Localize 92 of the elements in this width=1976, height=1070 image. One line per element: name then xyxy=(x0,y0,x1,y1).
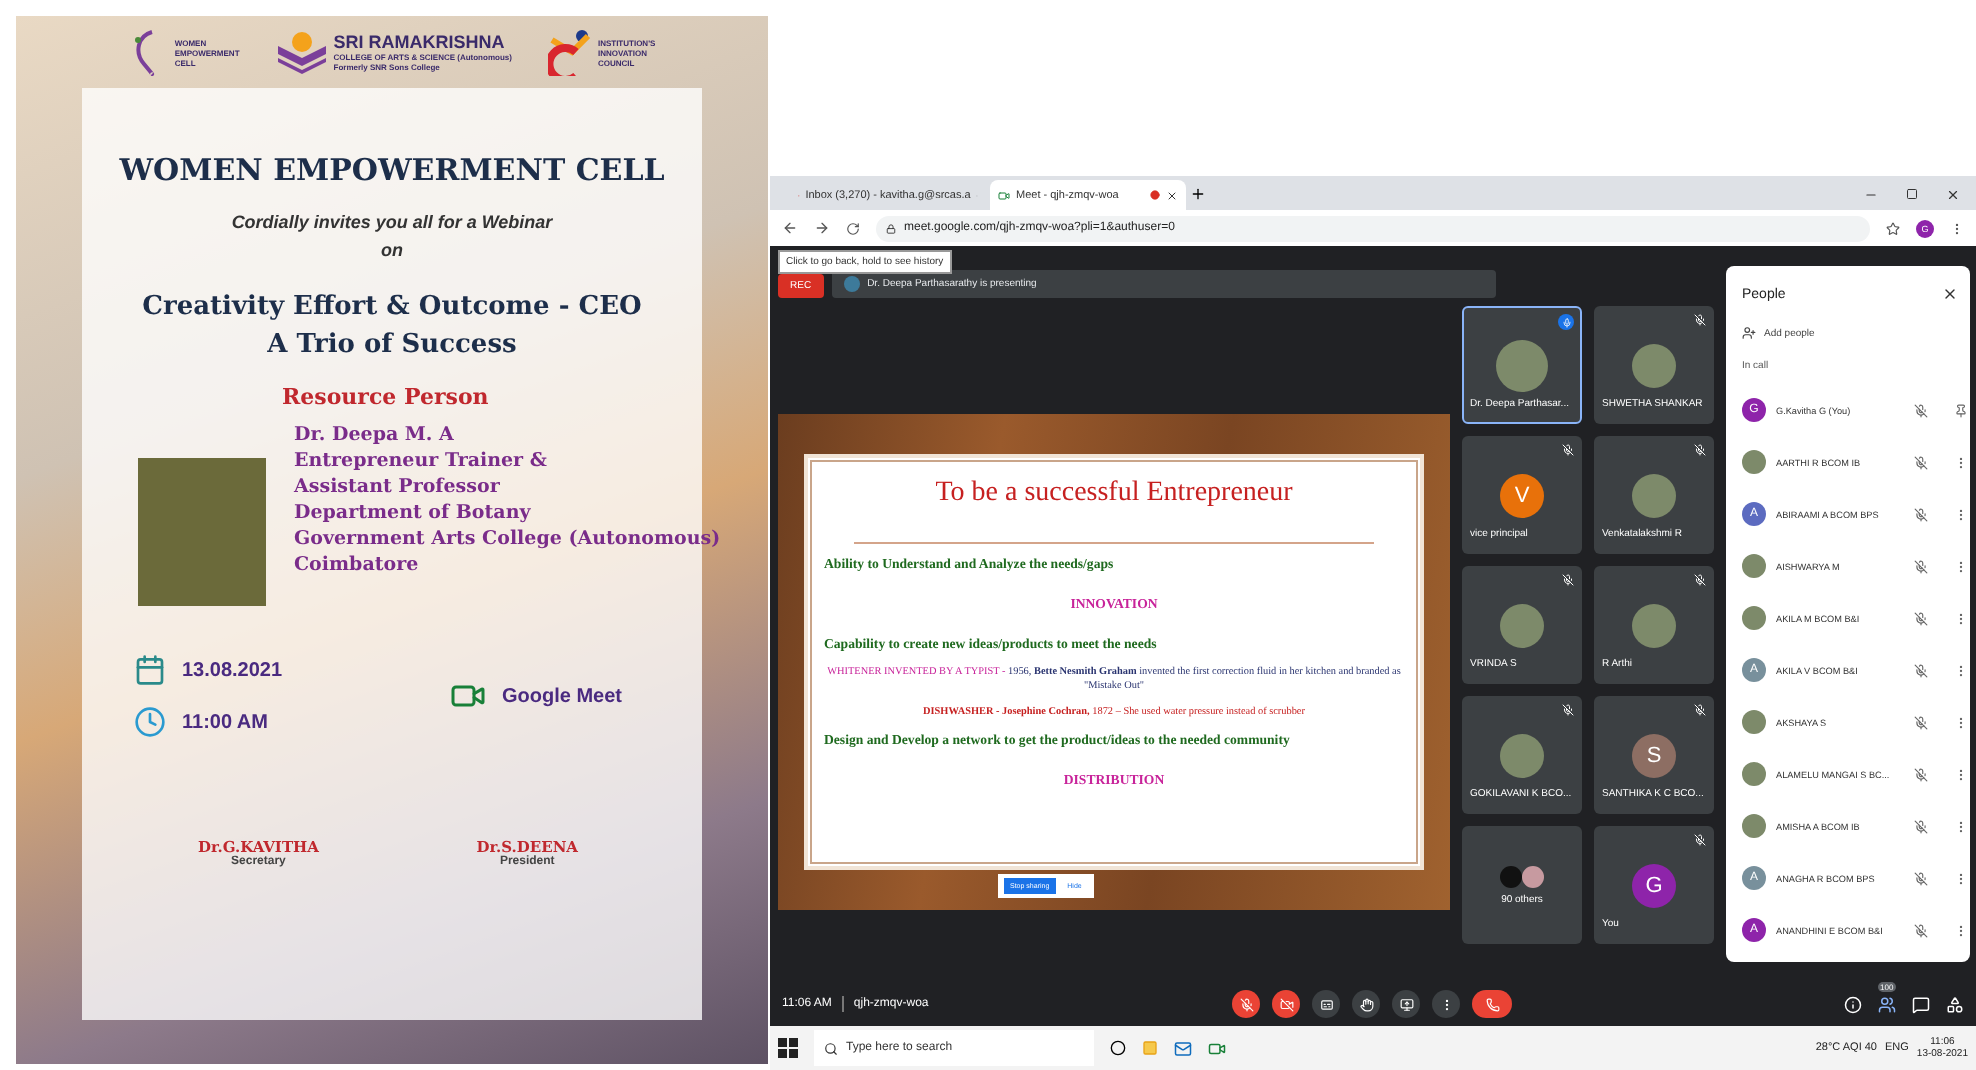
circle-icon[interactable] xyxy=(1110,1040,1126,1056)
menu-icon[interactable] xyxy=(1950,221,1964,235)
avatar-letter: V xyxy=(1500,473,1544,517)
add-person-icon xyxy=(1742,326,1756,340)
captions-icon xyxy=(1319,997,1333,1011)
activities-icon[interactable] xyxy=(1946,995,1964,1013)
maximize-icon[interactable] xyxy=(1906,188,1918,200)
avatar-photo-placeholder xyxy=(1632,473,1676,517)
camera-off-button[interactable] xyxy=(1272,990,1300,1018)
mic-off-icon xyxy=(1914,767,1928,781)
phone-icon xyxy=(1485,997,1499,1011)
avatar-letter: S xyxy=(1632,733,1676,777)
speaker-detail: Entrepreneur Trainer & xyxy=(294,448,549,474)
minimize-icon[interactable] xyxy=(1864,188,1878,202)
chevron-book-logo-icon xyxy=(275,30,328,74)
speaker-detail: Dr. Deepa M. A xyxy=(294,422,456,448)
mic-off-icon xyxy=(1914,923,1928,937)
mic-off-icon xyxy=(1914,611,1928,625)
mic-off-icon xyxy=(1914,559,1928,573)
screen-up-arrow-icon xyxy=(1399,997,1413,1011)
webinar-title: A Trio of Success xyxy=(265,328,519,364)
more-options-icon[interactable] xyxy=(1954,767,1968,781)
slide-title: To be a successful Entrepreneur xyxy=(935,478,1293,510)
more-options-icon[interactable] xyxy=(1954,559,1968,573)
mic-off-icon xyxy=(1914,819,1928,833)
more-options-icon[interactable] xyxy=(1954,819,1968,833)
avatar-letter: G xyxy=(1632,863,1676,907)
captions-button[interactable] xyxy=(1312,990,1340,1018)
calendar-icon xyxy=(134,654,166,686)
invite-text: on xyxy=(381,240,403,260)
hand-icon xyxy=(1359,997,1373,1011)
avatar-photo-placeholder xyxy=(1742,554,1766,578)
logo-text: SRI RAMAKRISHNA xyxy=(333,32,507,52)
microphone-off-button[interactable] xyxy=(1232,990,1260,1018)
lock-icon xyxy=(886,223,896,233)
speaking-icon xyxy=(1558,314,1574,330)
mic-off-icon xyxy=(1914,403,1928,417)
mic-off-icon xyxy=(1239,997,1253,1011)
back-icon[interactable] xyxy=(782,220,798,236)
speaker-detail: Department of Botany xyxy=(294,500,533,526)
info-icon[interactable] xyxy=(1844,995,1862,1013)
more-options-icon[interactable] xyxy=(1954,507,1968,521)
pin-icon[interactable] xyxy=(1954,403,1968,417)
more-options-icon[interactable] xyxy=(1954,611,1968,625)
avatar-photo-placeholder xyxy=(1632,343,1676,387)
invite-text: Cordially invites you all for a Webinar xyxy=(231,212,553,232)
avatar-photo-placeholder xyxy=(1500,603,1544,647)
mic-off-icon xyxy=(1914,715,1928,729)
mic-off-icon xyxy=(1914,507,1928,521)
mic-off-icon xyxy=(1914,455,1928,469)
avatar-photo-placeholder xyxy=(1522,865,1544,887)
more-options-icon[interactable] xyxy=(1954,663,1968,677)
resource-heading: Resource Person xyxy=(280,384,489,410)
avatar-photo-placeholder xyxy=(843,276,860,292)
mic-off-icon xyxy=(1914,663,1928,677)
avatar-photo-placeholder xyxy=(1496,339,1548,391)
more-options-icon[interactable] xyxy=(1954,923,1968,937)
figure-logo-icon xyxy=(547,28,592,76)
raise-hand-button[interactable] xyxy=(1352,990,1380,1018)
webinar-title: Creativity Effort & Outcome - CEO xyxy=(142,290,642,326)
end-call-button[interactable] xyxy=(1472,990,1512,1018)
avatar-photo-placeholder xyxy=(1500,865,1522,887)
avatar-photo-placeholder xyxy=(1742,710,1766,734)
reload-icon[interactable] xyxy=(846,221,860,235)
camera-off-icon xyxy=(1279,997,1293,1011)
avatar-photo-placeholder xyxy=(1742,606,1766,630)
more-options-icon[interactable] xyxy=(1954,715,1968,729)
mic-off-icon xyxy=(1914,871,1928,885)
star-icon[interactable] xyxy=(1886,221,1900,235)
video-camera-icon[interactable] xyxy=(1208,1039,1226,1057)
search-icon xyxy=(824,1041,838,1055)
more-options-icon[interactable] xyxy=(1954,455,1968,469)
forward-icon[interactable] xyxy=(814,220,830,236)
platform-name: Google Meet xyxy=(501,685,622,707)
avatar-photo-placeholder xyxy=(1742,450,1766,474)
avatar-photo-placeholder xyxy=(1742,814,1766,838)
poster-heading: WOMEN EMPOWERMENT CELL xyxy=(119,152,665,188)
new-tab-icon[interactable] xyxy=(1190,186,1206,202)
event-time: 11:00 AM xyxy=(182,711,268,733)
speaker-detail: Assistant Professor xyxy=(294,474,502,500)
avatar-photo-placeholder xyxy=(1632,603,1676,647)
speaker-detail: Coimbatore xyxy=(294,552,421,578)
windows-start-icon[interactable] xyxy=(778,1038,798,1058)
avatar-photo-placeholder xyxy=(1500,733,1544,777)
speaker-detail: Government Arts College (Autonomous) xyxy=(294,526,721,552)
avatar-photo-placeholder xyxy=(1742,762,1766,786)
event-date: 13.08.2021 xyxy=(182,659,283,681)
present-button[interactable] xyxy=(1392,990,1420,1018)
chat-icon[interactable] xyxy=(1912,995,1930,1013)
clock-icon xyxy=(134,706,166,738)
more-options-icon[interactable] xyxy=(1954,871,1968,885)
video-camera-icon xyxy=(998,189,1010,201)
